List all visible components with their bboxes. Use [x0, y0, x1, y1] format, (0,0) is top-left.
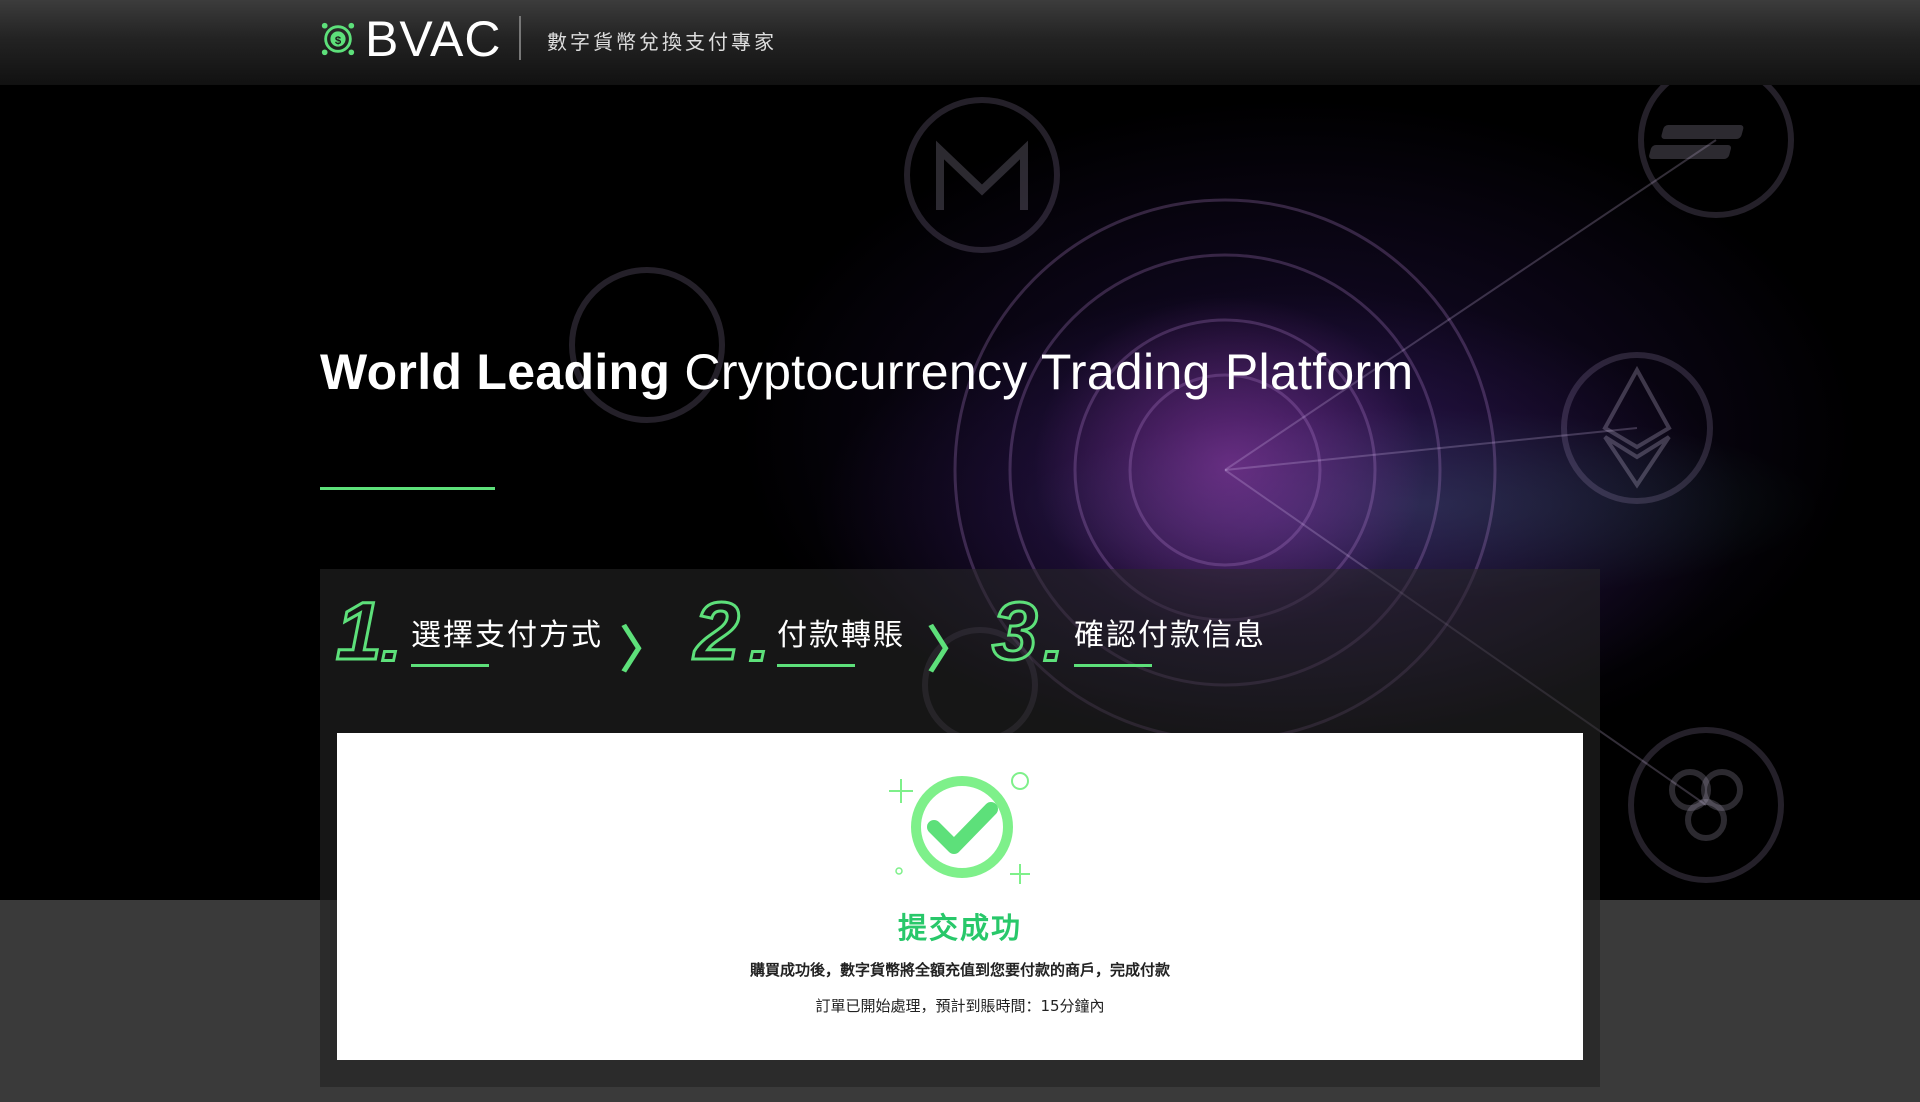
svg-text:$: $ — [335, 35, 342, 47]
success-title: 提交成功 — [897, 911, 1022, 945]
brand-logo[interactable]: $ BVAC — [319, 14, 501, 64]
success-message: 購買成功後，數字貨幣將全額充值到您要付款的商戶，完成付款 — [749, 961, 1170, 979]
ethereum-icon — [1602, 365, 1672, 489]
submission-result-card: 提交成功 購買成功後，數字貨幣將全額充值到您要付款的商戶，完成付款 訂單已開始處… — [337, 733, 1583, 1060]
hero-title-rest: Cryptocurrency Trading Platform — [684, 344, 1414, 400]
step-underline — [777, 664, 855, 667]
hero-title-bold: World Leading — [320, 344, 671, 400]
step-number-dot — [748, 650, 766, 662]
step-number-dot — [380, 650, 398, 662]
step-underline — [1074, 664, 1152, 667]
brand-tagline: 數字貨幣兌換支付專家 — [547, 30, 777, 54]
monero-icon — [936, 140, 1028, 210]
ripple-icon — [1669, 769, 1743, 841]
step-separator-icon: 〉 — [620, 622, 670, 678]
order-status-text: 訂單已開始處理，預計到賬時間：15分鐘內 — [815, 997, 1105, 1015]
step-separator-icon: 〉 — [927, 622, 977, 678]
hero-title-underline — [320, 487, 495, 490]
step-label: 確認付款信息 — [1074, 618, 1266, 653]
step-number: 1 — [335, 586, 384, 677]
step-underline — [411, 664, 489, 667]
header-divider — [519, 16, 521, 60]
brand-name: BVAC — [365, 11, 502, 67]
dash-icon — [1649, 125, 1744, 159]
site-header: $ BVAC 數字貨幣兌換支付專家 — [0, 0, 1920, 85]
hero-title: World Leading Cryptocurrency Trading Pla… — [320, 343, 1413, 401]
step-number: 3 — [991, 586, 1040, 677]
step-label: 選擇支付方式 — [411, 618, 603, 653]
step-label: 付款轉賬 — [777, 618, 905, 653]
step-number: 2 — [693, 586, 742, 677]
coin-logo-icon: $ — [321, 22, 355, 56]
check-circle-icon — [889, 772, 1030, 884]
step-number-dot — [1042, 650, 1060, 662]
